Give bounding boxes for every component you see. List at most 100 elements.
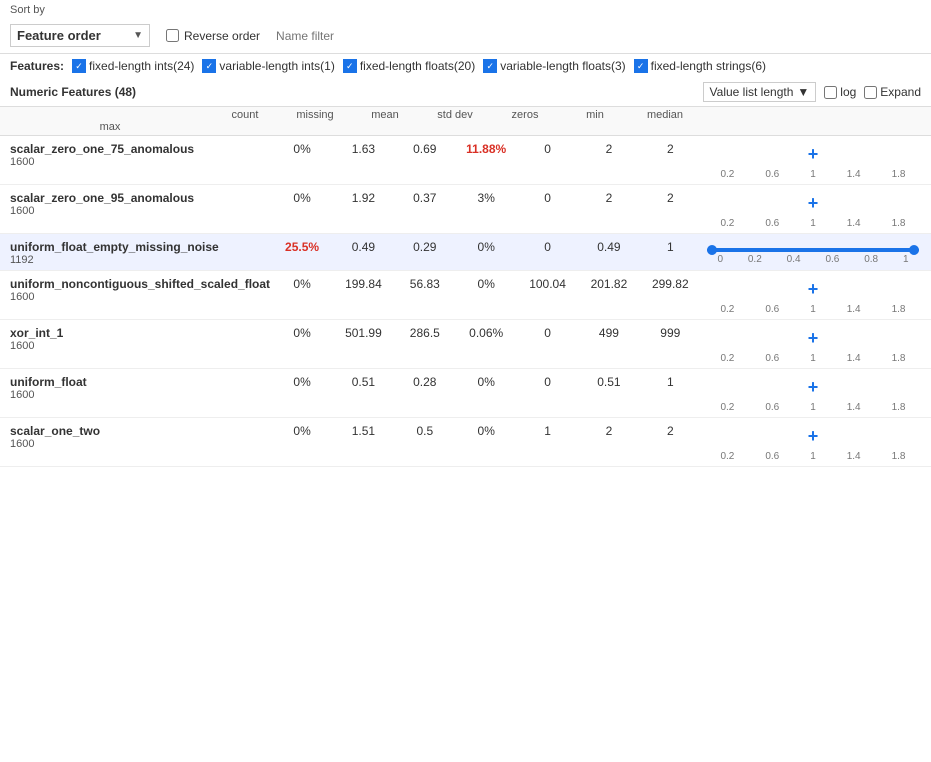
chart-dropdown-label: Value list length xyxy=(710,85,794,99)
expand-chart-btn-6[interactable]: + xyxy=(705,424,921,449)
stat-max-0: 2 xyxy=(640,142,701,156)
stat-stddev-2: 0.29 xyxy=(394,240,455,254)
expand-chart-btn-0[interactable]: + xyxy=(705,142,921,167)
chart-col-6: + 0.20.611.41.8 xyxy=(701,424,921,462)
chart-ticks-4: 0.20.611.41.8 xyxy=(705,353,921,364)
stat-zeros-3: 0% xyxy=(456,277,517,291)
table-header: count missing mean std dev zeros min med… xyxy=(0,107,931,136)
feature-label-0: fixed-length ints(24) xyxy=(89,59,194,73)
col-median: median xyxy=(630,109,700,121)
chart-controls: Value list length ▼ log Expand xyxy=(703,82,921,102)
stat-max-6: 2 xyxy=(640,424,701,438)
sort-value: Feature order xyxy=(17,28,101,43)
chart-ticks-5: 0.20.611.41.8 xyxy=(705,402,921,413)
sort-label: Sort by xyxy=(10,4,45,16)
feature-name-0: scalar_zero_one_75_anomalous xyxy=(10,142,210,156)
reverse-order-checkbox[interactable] xyxy=(166,29,179,42)
col-missing: missing xyxy=(280,109,350,121)
stat-median-2: 0.49 xyxy=(578,240,639,254)
col-max: max xyxy=(10,121,210,133)
stat-mean-2: 0.49 xyxy=(333,240,394,254)
sort-dropdown[interactable]: Feature order ▼ xyxy=(10,24,150,47)
stat-min-6: 1 xyxy=(517,424,578,438)
feature-block-6: scalar_one_two 1600 0% 1.51 0.5 0% 1 2 2… xyxy=(0,418,931,467)
stat-mean-0: 1.63 xyxy=(333,142,394,156)
stat-min-4: 0 xyxy=(517,326,578,340)
feature-block-2: uniform_float_empty_missing_noise 1192 2… xyxy=(0,234,931,271)
stat-median-3: 201.82 xyxy=(578,277,639,291)
log-toggle[interactable]: log xyxy=(824,85,856,99)
chart-ticks-1: 0.20.611.41.8 xyxy=(705,218,921,229)
feature-checkbox-4[interactable]: ✓ fixed-length strings(6) xyxy=(634,59,766,73)
feature-checkbox-1[interactable]: ✓ variable-length ints(1) xyxy=(202,59,334,73)
chart-type-dropdown[interactable]: Value list length ▼ xyxy=(703,82,817,102)
col-name xyxy=(10,109,210,121)
stat-mean-5: 0.51 xyxy=(333,375,394,389)
chart-col-5: + 0.20.611.41.8 xyxy=(701,375,921,413)
log-checkbox[interactable] xyxy=(824,86,837,99)
stat-zeros-1: 3% xyxy=(456,191,517,205)
feature-count-0: 1600 xyxy=(10,156,210,168)
stat-min-5: 0 xyxy=(517,375,578,389)
expand-toggle[interactable]: Expand xyxy=(864,85,921,99)
chart-col-1: + 0.20.611.41.8 xyxy=(701,191,921,229)
checkbox-icon-0: ✓ xyxy=(72,59,86,73)
feature-count-3: 1600 xyxy=(10,291,210,303)
col-zeros: zeros xyxy=(490,109,560,121)
expand-chart-btn-1[interactable]: + xyxy=(705,191,921,216)
top-bar: Feature order ▼ Reverse order xyxy=(0,18,931,54)
feature-name-5: uniform_float xyxy=(10,375,210,389)
sort-arrow: ▼ xyxy=(133,30,143,41)
reverse-order-label: Reverse order xyxy=(184,29,260,43)
stat-min-3: 100.04 xyxy=(517,277,578,291)
checkbox-icon-4: ✓ xyxy=(634,59,648,73)
stat-stddev-1: 0.37 xyxy=(394,191,455,205)
feature-checkbox-3[interactable]: ✓ variable-length floats(3) xyxy=(483,59,625,73)
feature-count-1: 1600 xyxy=(10,205,210,217)
feature-block-4: xor_int_1 1600 0% 501.99 286.5 0.06% 0 4… xyxy=(0,320,931,369)
name-filter-input[interactable] xyxy=(276,29,431,43)
checkbox-icon-2: ✓ xyxy=(343,59,357,73)
feature-count-6: 1600 xyxy=(10,438,210,450)
feature-name-1: scalar_zero_one_95_anomalous xyxy=(10,191,210,205)
col-mean: mean xyxy=(350,109,420,121)
stat-missing-val-3: 0% xyxy=(271,277,332,291)
stat-missing-val-2: 25.5% xyxy=(271,240,332,254)
stat-min-0: 0 xyxy=(517,142,578,156)
chart-ticks-2: 00.20.40.60.81 xyxy=(705,254,921,265)
sort-bar: Sort by xyxy=(0,0,931,18)
feature-name-6: scalar_one_two xyxy=(10,424,210,438)
feature-name-2: uniform_float_empty_missing_noise xyxy=(10,240,210,254)
slider-bar-2[interactable] xyxy=(707,248,919,252)
stat-median-4: 499 xyxy=(578,326,639,340)
expand-checkbox[interactable] xyxy=(864,86,877,99)
feature-checkbox-0[interactable]: ✓ fixed-length ints(24) xyxy=(72,59,194,73)
stat-stddev-4: 286.5 xyxy=(394,326,455,340)
stat-mean-3: 199.84 xyxy=(333,277,394,291)
chart-col-4: + 0.20.611.41.8 xyxy=(701,326,921,364)
stat-missing-val-1: 0% xyxy=(271,191,332,205)
slider-handle-right-2[interactable] xyxy=(909,245,919,255)
stat-median-6: 2 xyxy=(578,424,639,438)
features-label: Features: xyxy=(10,59,64,73)
stat-zeros-6: 0% xyxy=(456,424,517,438)
stat-stddev-5: 0.28 xyxy=(394,375,455,389)
expand-chart-btn-3[interactable]: + xyxy=(705,277,921,302)
chart-ticks-3: 0.20.611.41.8 xyxy=(705,304,921,315)
feature-count-5: 1600 xyxy=(10,389,210,401)
expand-chart-btn-5[interactable]: + xyxy=(705,375,921,400)
stat-missing-val-6: 0% xyxy=(271,424,332,438)
col-count: count xyxy=(210,109,280,121)
feature-block-1: scalar_zero_one_95_anomalous 1600 0% 1.9… xyxy=(0,185,931,234)
slider-handle-left-2[interactable] xyxy=(707,245,717,255)
feature-block-5: uniform_float 1600 0% 0.51 0.28 0% 0 0.5… xyxy=(0,369,931,418)
feature-count-2: 1192 xyxy=(10,254,210,266)
stat-mean-4: 501.99 xyxy=(333,326,394,340)
stat-min-1: 0 xyxy=(517,191,578,205)
expand-chart-btn-4[interactable]: + xyxy=(705,326,921,351)
stat-mean-1: 1.92 xyxy=(333,191,394,205)
reverse-order-container: Reverse order xyxy=(166,29,260,43)
feature-checkbox-2[interactable]: ✓ fixed-length floats(20) xyxy=(343,59,475,73)
stat-stddev-3: 56.83 xyxy=(394,277,455,291)
feature-count-4: 1600 xyxy=(10,340,210,352)
